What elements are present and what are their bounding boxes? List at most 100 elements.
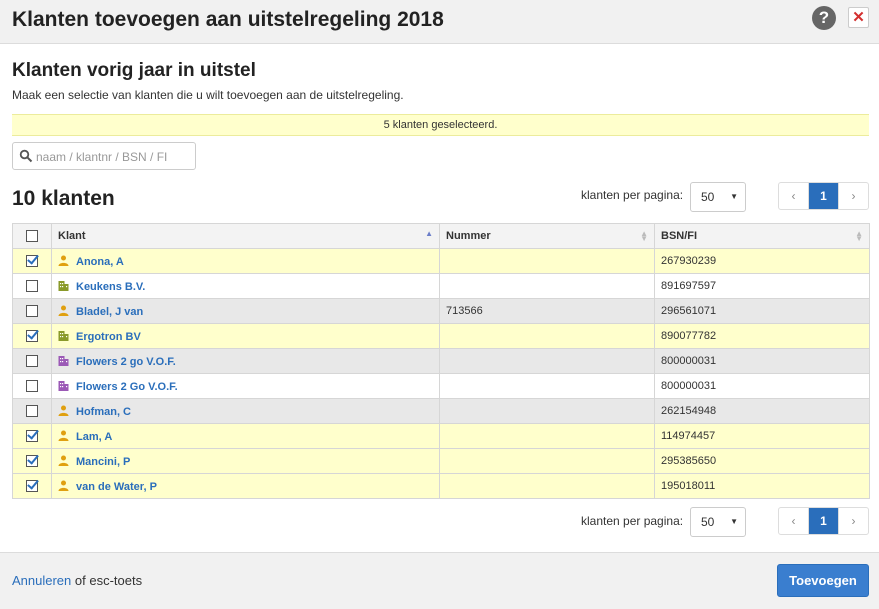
table-row[interactable]: Hofman, C 262154948 bbox=[12, 398, 870, 424]
row-checkbox-cell bbox=[12, 423, 52, 449]
cell-nummer bbox=[439, 398, 655, 424]
cell-bsn: 800000031 bbox=[654, 373, 870, 399]
row-checkbox-cell bbox=[12, 323, 52, 349]
table-row[interactable]: Keukens B.V. 891697597 bbox=[12, 273, 870, 299]
cell-klant: Flowers 2 Go V.O.F. bbox=[51, 373, 440, 399]
cancel-text: Annuleren of esc-toets bbox=[12, 573, 142, 588]
cell-nummer: 713566 bbox=[439, 298, 655, 324]
row-checkbox[interactable] bbox=[26, 255, 38, 268]
client-name-link[interactable]: Lam, A bbox=[76, 431, 112, 443]
page-1-button[interactable]: 1 bbox=[808, 508, 838, 534]
table-row[interactable]: Lam, A 114974457 bbox=[12, 423, 870, 449]
cell-klant: Ergotron BV bbox=[51, 323, 440, 349]
cell-bsn: 891697597 bbox=[654, 273, 870, 299]
cell-nummer bbox=[439, 273, 655, 299]
row-checkbox[interactable] bbox=[26, 380, 38, 393]
client-name-link[interactable]: Anona, A bbox=[76, 256, 124, 268]
table-row[interactable]: Flowers 2 Go V.O.F. 800000031 bbox=[12, 373, 870, 399]
client-name-link[interactable]: Hofman, C bbox=[76, 406, 131, 418]
client-name-link[interactable]: Flowers 2 go V.O.F. bbox=[76, 356, 176, 368]
row-checkbox-cell bbox=[12, 373, 52, 399]
building-icon bbox=[58, 330, 69, 341]
cancel-hint: of esc-toets bbox=[71, 573, 143, 588]
dialog-footer: Annuleren of esc-toets Toevoegen bbox=[0, 552, 879, 609]
row-checkbox-cell bbox=[12, 298, 52, 324]
prev-page-button[interactable]: ‹ bbox=[779, 508, 808, 534]
client-name-link[interactable]: Mancini, P bbox=[76, 456, 130, 468]
column-header-label: Nummer bbox=[446, 230, 491, 242]
search-icon bbox=[19, 149, 33, 163]
selection-banner: 5 klanten geselecteerd. bbox=[12, 114, 869, 136]
cancel-link[interactable]: Annuleren bbox=[12, 573, 71, 588]
row-checkbox[interactable] bbox=[26, 405, 38, 418]
row-checkbox-cell bbox=[12, 348, 52, 374]
row-checkbox[interactable] bbox=[26, 330, 38, 343]
client-name-link[interactable]: Ergotron BV bbox=[76, 331, 141, 343]
cell-klant: Flowers 2 go V.O.F. bbox=[51, 348, 440, 374]
row-checkbox[interactable] bbox=[26, 280, 38, 293]
pagination-bottom: ‹ 1 › bbox=[778, 507, 869, 535]
column-header-klant[interactable]: Klant ▲ bbox=[51, 223, 440, 249]
table-row[interactable]: Mancini, P 295385650 bbox=[12, 448, 870, 474]
person-icon bbox=[58, 405, 69, 416]
client-name-link[interactable]: Keukens B.V. bbox=[76, 281, 145, 293]
person-icon bbox=[58, 480, 69, 491]
table-row[interactable]: van de Water, P 195018011 bbox=[12, 473, 870, 499]
row-checkbox-cell bbox=[12, 273, 52, 299]
table-row[interactable]: Ergotron BV 890077782 bbox=[12, 323, 870, 349]
add-button[interactable]: Toevoegen bbox=[777, 564, 869, 597]
cell-klant: Hofman, C bbox=[51, 398, 440, 424]
client-name-link[interactable]: Bladel, J van bbox=[76, 306, 143, 318]
row-checkbox-cell bbox=[12, 448, 52, 474]
row-checkbox[interactable] bbox=[26, 305, 38, 318]
table-row[interactable]: Bladel, J van 713566 296561071 bbox=[12, 298, 870, 324]
table-row[interactable]: Flowers 2 go V.O.F. 800000031 bbox=[12, 348, 870, 374]
client-name-link[interactable]: van de Water, P bbox=[76, 481, 157, 493]
cell-klant: Lam, A bbox=[51, 423, 440, 449]
client-count: 10 klanten bbox=[12, 187, 115, 210]
clients-table: Klant ▲ Nummer ▲ ▼ BSN/FI ▲ ▼ Anona, A 2679302… bbox=[12, 223, 870, 499]
cell-nummer bbox=[439, 473, 655, 499]
sort-icon: ▲ ▼ bbox=[855, 229, 863, 243]
person-icon bbox=[58, 255, 69, 266]
cell-nummer bbox=[439, 423, 655, 449]
close-button[interactable]: ✕ bbox=[848, 7, 869, 28]
per-page-value: 50 bbox=[701, 515, 715, 529]
column-header-label: BSN/FI bbox=[661, 230, 698, 242]
dialog-title: Klanten toevoegen aan uitstelregeling 20… bbox=[12, 8, 444, 31]
cell-nummer bbox=[439, 373, 655, 399]
select-all-cell bbox=[12, 223, 52, 249]
chevron-down-icon: ▼ bbox=[730, 517, 738, 526]
page-1-button[interactable]: 1 bbox=[808, 183, 838, 209]
cell-klant: Bladel, J van bbox=[51, 298, 440, 324]
row-checkbox-cell bbox=[12, 398, 52, 424]
next-page-button[interactable]: › bbox=[838, 508, 868, 534]
person-icon bbox=[58, 455, 69, 466]
chevron-down-icon: ▼ bbox=[730, 192, 738, 201]
table-row[interactable]: Anona, A 267930239 bbox=[12, 248, 870, 274]
row-checkbox[interactable] bbox=[26, 430, 38, 443]
column-header-nummer[interactable]: Nummer ▲ ▼ bbox=[439, 223, 655, 249]
prev-page-button[interactable]: ‹ bbox=[779, 183, 808, 209]
person-icon bbox=[58, 305, 69, 316]
search-input[interactable] bbox=[36, 148, 191, 165]
building-icon bbox=[58, 355, 69, 366]
column-header-label: Klant bbox=[58, 230, 86, 242]
help-icon[interactable]: ? bbox=[812, 6, 836, 30]
cell-bsn: 296561071 bbox=[654, 298, 870, 324]
next-page-button[interactable]: › bbox=[838, 183, 868, 209]
row-checkbox[interactable] bbox=[26, 455, 38, 468]
column-header-bsn[interactable]: BSN/FI ▲ ▼ bbox=[654, 223, 870, 249]
per-page-select-top[interactable]: 50 ▼ bbox=[690, 182, 746, 212]
row-checkbox-cell bbox=[12, 473, 52, 499]
per-page-value: 50 bbox=[701, 190, 715, 204]
per-page-select-bottom[interactable]: 50 ▼ bbox=[690, 507, 746, 537]
cell-bsn: 267930239 bbox=[654, 248, 870, 274]
section-title: Klanten vorig jaar in uitstel bbox=[12, 60, 256, 81]
row-checkbox[interactable] bbox=[26, 480, 38, 493]
person-icon bbox=[58, 430, 69, 441]
client-name-link[interactable]: Flowers 2 Go V.O.F. bbox=[76, 381, 178, 393]
row-checkbox[interactable] bbox=[26, 355, 38, 368]
select-all-checkbox[interactable] bbox=[26, 230, 38, 243]
search-box[interactable] bbox=[12, 142, 196, 170]
